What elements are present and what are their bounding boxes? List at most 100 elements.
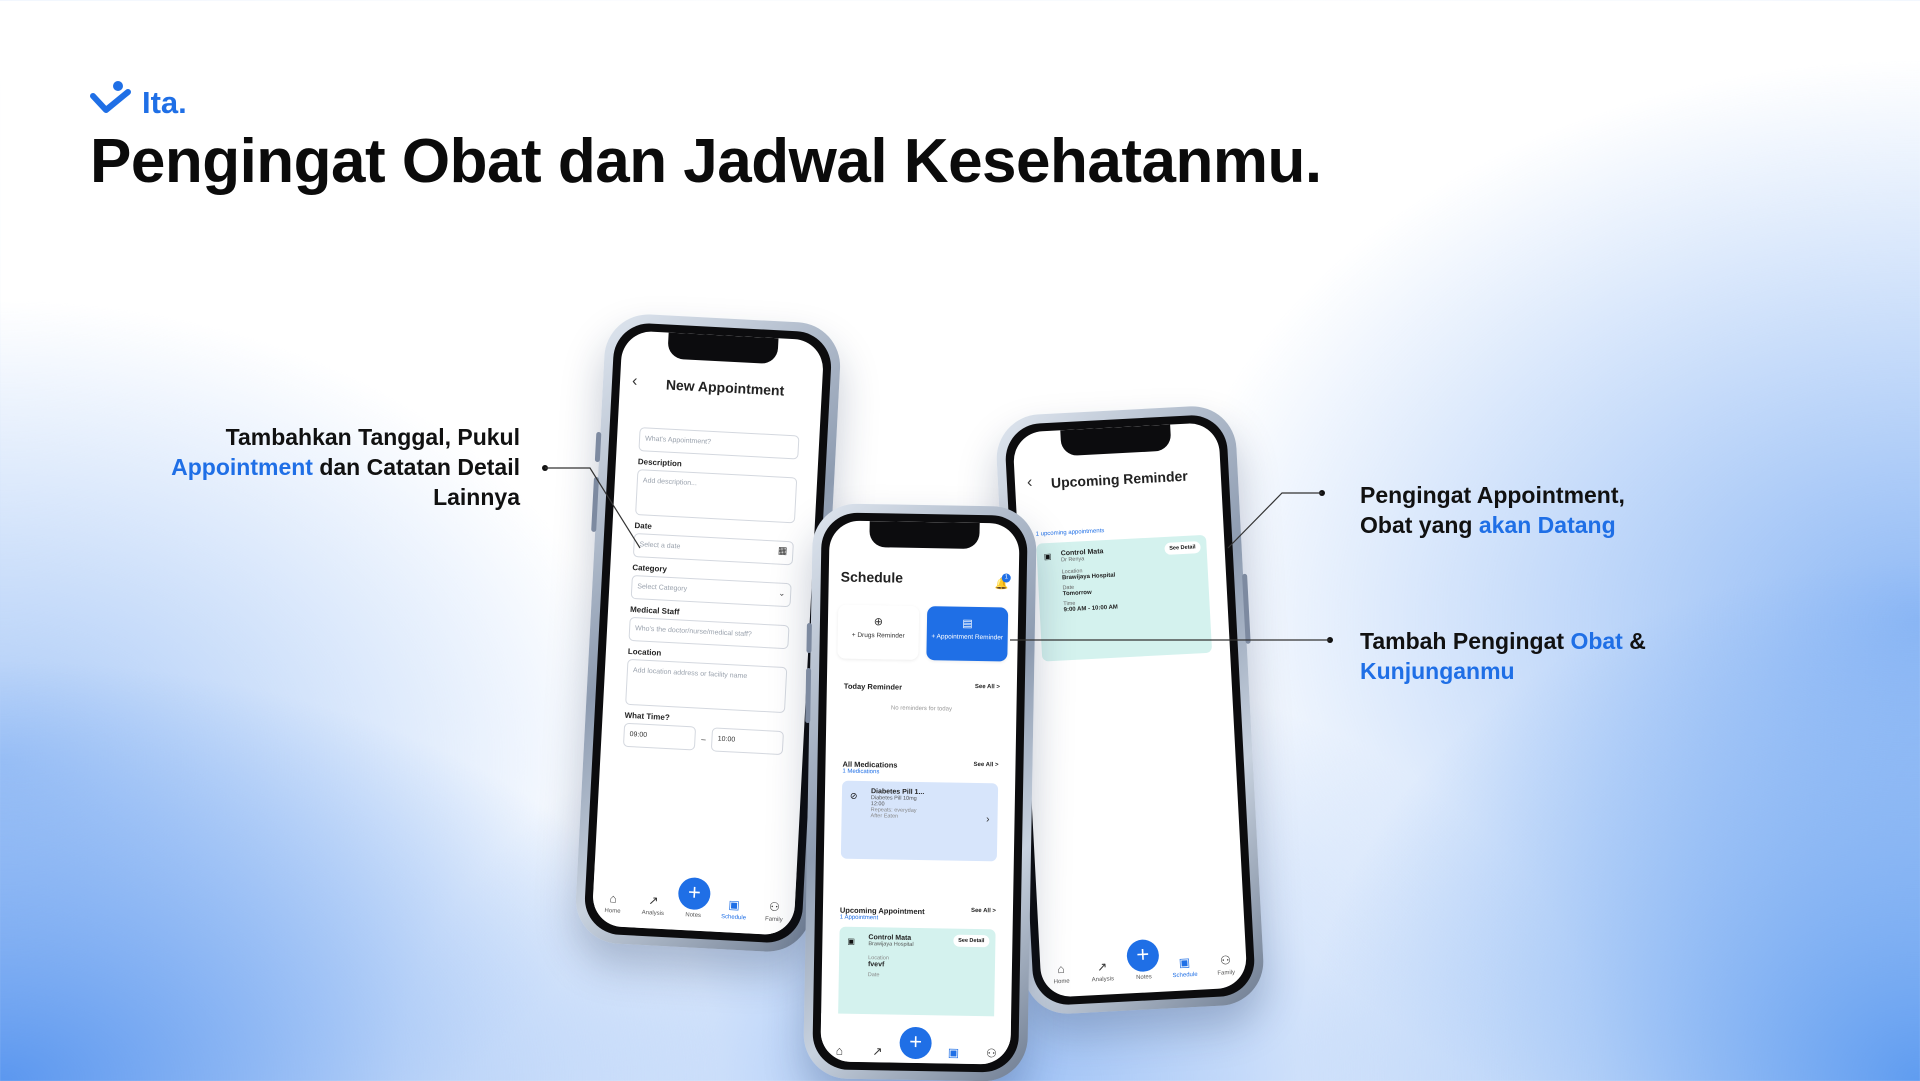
- date-input[interactable]: Select a date ▦: [632, 532, 794, 566]
- nav-notes[interactable]: +: [898, 1026, 932, 1060]
- screen-title: Upcoming Reminder: [1050, 467, 1189, 491]
- notification-badge: 1: [1001, 573, 1011, 583]
- phone-schedule: Schedule 🔔 1 ⊕ + Drugs Reminder ▤ + Appoin…: [802, 503, 1038, 1081]
- nav-notes-label: Notes: [1136, 974, 1152, 982]
- schedule-icon: ▣: [947, 1045, 960, 1060]
- start-time-input[interactable]: 09:00: [622, 722, 696, 751]
- medical-staff-input[interactable]: Who's the doctor/nurse/medical staff?: [628, 616, 790, 650]
- nav-schedule[interactable]: ▣: [936, 1045, 970, 1060]
- family-icon: ⚇: [768, 899, 781, 915]
- appointment-reminder-label: + Appointment Reminder: [931, 633, 1004, 642]
- annotation-left-highlight: Appointment: [171, 454, 313, 480]
- date-placeholder: Select a date: [639, 541, 681, 551]
- bottom-navigation: ⌂ ↗ + ▣ ⚇: [820, 1013, 1012, 1065]
- back-icon[interactable]: ‹: [632, 373, 638, 391]
- leader-right-top: [1227, 490, 1325, 549]
- pill-icon: ⊕: [873, 616, 884, 629]
- annotation-right-bottom-highlight-2: Kunjunganmu: [1360, 658, 1515, 684]
- schedule-icon: ▣: [728, 897, 741, 913]
- hospital-icon: ▣: [847, 936, 856, 946]
- nav-family-label: Family: [1217, 969, 1236, 977]
- annotation-right-top-line2: Obat yang akan Datang: [1360, 510, 1780, 540]
- time-range: 09:00 – 10:00: [622, 722, 784, 756]
- medications-section: All Medications See All > 1 Medications ⊘…: [833, 752, 1006, 894]
- bottom-navigation: ⌂ Home ↗ Analysis + Notes ▣ Schedule ⚇ Family: [591, 859, 797, 936]
- drugs-reminder-button[interactable]: ⊕ + Drugs Reminder: [837, 604, 920, 660]
- appointment-name-input[interactable]: What's Appointment?: [638, 427, 800, 460]
- nav-analysis[interactable]: ↗ Analysis: [636, 893, 671, 918]
- appointment-form: What's Appointment? Description Add desc…: [609, 408, 809, 866]
- family-icon: ⚇: [1219, 953, 1232, 968]
- nav-home[interactable]: ⌂: [822, 1043, 856, 1058]
- nav-notes-label: Notes: [685, 912, 702, 920]
- trend-icon: ↗: [872, 1044, 883, 1059]
- nav-schedule-label: Schedule: [1172, 971, 1198, 980]
- calendar-icon: ▦: [777, 545, 788, 558]
- upcoming-card: 1 upcoming appointments ▣ Control Mata D…: [1027, 514, 1221, 674]
- page-headline: Pengingat Obat dan Jadwal Kesehatanmu.: [90, 127, 1322, 196]
- annotation-left: Tambahkan Tanggal, Pukul Appointment dan…: [100, 422, 520, 512]
- annotation-right-bottom-rest: &: [1622, 628, 1646, 654]
- hospital-icon: ▣: [1043, 551, 1052, 562]
- time-separator: –: [700, 734, 706, 744]
- nav-family[interactable]: ⚇ Family: [757, 899, 792, 924]
- see-detail-button[interactable]: See Detail: [953, 934, 990, 948]
- logo-text: Ita.: [142, 85, 187, 120]
- date-label: Date: [867, 972, 880, 979]
- appointment-reminder-button[interactable]: ▤ + Appointment Reminder: [926, 606, 1009, 662]
- nav-home-label: Home: [1053, 978, 1070, 986]
- home-icon: ⌂: [609, 891, 618, 906]
- description-input[interactable]: Add description...: [635, 469, 798, 524]
- annotation-right-bottom: Tambah Pengingat Obat & Kunjunganmu: [1360, 626, 1780, 686]
- annotation-right-top-highlight: akan Datang: [1478, 512, 1616, 538]
- annotation-left-line2: Appointment dan Catatan Detail: [100, 452, 520, 482]
- annotation-right-bottom-plain: Tambah Pengingat: [1360, 628, 1571, 654]
- see-detail-button[interactable]: See Detail: [1164, 541, 1201, 555]
- nav-analysis[interactable]: ↗: [860, 1044, 894, 1059]
- add-button[interactable]: +: [677, 876, 712, 911]
- reminder-buttons: ⊕ + Drugs Reminder ▤ + Appointment Reminde…: [837, 604, 1009, 662]
- medications-see-all-link[interactable]: See All >: [973, 762, 998, 771]
- nav-family[interactable]: ⚇: [974, 1046, 1008, 1061]
- chevron-right-icon: ›: [986, 814, 990, 826]
- today-reminder-title: Today Reminder: [843, 681, 903, 692]
- upcoming-appointment-item[interactable]: ▣ Control Mata Dr Renya Location Brawija…: [1036, 534, 1213, 662]
- add-button[interactable]: +: [899, 1026, 932, 1060]
- trend-icon: ↗: [648, 893, 659, 908]
- add-button[interactable]: +: [1126, 938, 1160, 973]
- phone-notch: [869, 521, 980, 549]
- trend-icon: ↗: [1096, 959, 1108, 975]
- location-value: fvevf: [867, 961, 885, 969]
- drugs-reminder-label: + Drugs Reminder: [851, 631, 905, 640]
- end-time-input[interactable]: 10:00: [711, 727, 784, 756]
- nav-home[interactable]: ⌂ Home: [595, 891, 630, 916]
- location-input[interactable]: Add location address or facility name: [625, 658, 788, 714]
- phone-notch: [1060, 424, 1172, 457]
- brand-logo: Ita.: [90, 74, 187, 120]
- nav-analysis-label: Analysis: [1091, 976, 1115, 984]
- nav-home[interactable]: ⌂ Home: [1044, 961, 1079, 986]
- nav-home-label: Home: [604, 907, 621, 915]
- category-select[interactable]: Select Category ⌄: [630, 574, 792, 608]
- bottom-navigation: ⌂ Home ↗ Analysis + Notes ▣ Schedule ⚇ Family: [1038, 921, 1247, 998]
- nav-family[interactable]: ⚇ Family: [1208, 952, 1243, 977]
- phone-side-button: [591, 476, 600, 533]
- schedule-icon: ▣: [1178, 955, 1191, 970]
- home-icon: ⌂: [1057, 961, 1066, 977]
- nav-analysis[interactable]: ↗ Analysis: [1085, 959, 1120, 984]
- nav-family-label: Family: [764, 916, 783, 924]
- nav-schedule[interactable]: ▣ Schedule: [1167, 955, 1202, 980]
- pill-icon: ⊘: [849, 790, 858, 801]
- nav-notes[interactable]: + Notes: [1126, 938, 1161, 982]
- nav-notes[interactable]: + Notes: [676, 876, 712, 920]
- today-see-all-link[interactable]: See All >: [975, 684, 1000, 693]
- phone-new-appointment: ‹ New Appointment What's Appointment? De…: [573, 312, 843, 954]
- chevron-down-icon: ⌄: [778, 588, 786, 598]
- annotation-left-line1: Tambahkan Tanggal, Pukul: [225, 424, 520, 450]
- family-icon: ⚇: [985, 1046, 997, 1061]
- medication-item[interactable]: ⊘ Diabetes Pill 1... Diabetes Pill 10mg …: [840, 780, 999, 862]
- nav-schedule[interactable]: ▣ Schedule: [716, 897, 751, 922]
- upcoming-see-all-link[interactable]: See All >: [971, 908, 996, 917]
- back-icon[interactable]: ‹: [1027, 474, 1033, 492]
- nav-analysis-label: Analysis: [641, 909, 665, 918]
